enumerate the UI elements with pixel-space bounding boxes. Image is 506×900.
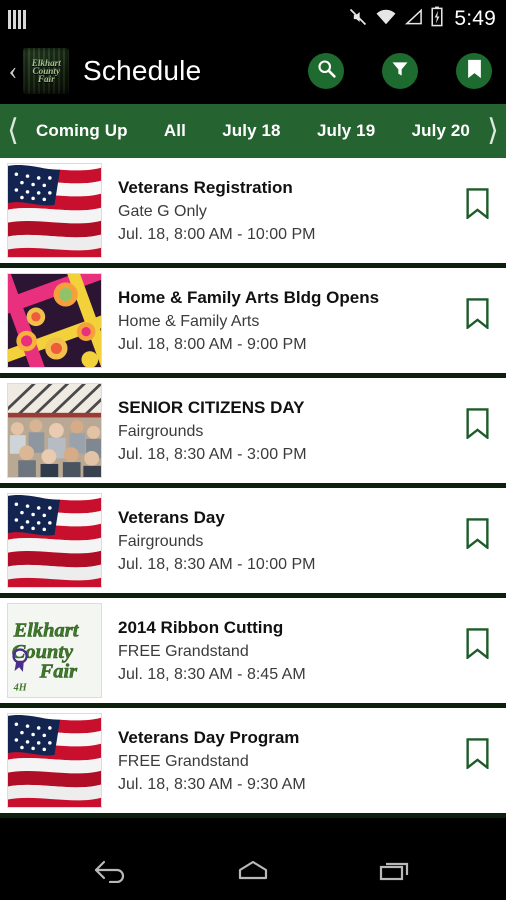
signal-icon [404, 8, 423, 31]
svg-text:Elkhart: Elkhart [13, 620, 80, 642]
event-details: SENIOR CITIZENS DAY Fairgrounds Jul. 18,… [118, 397, 448, 465]
bookmark-outline-icon [464, 188, 491, 224]
bookmark-outline-icon [464, 518, 491, 554]
tab-july-19[interactable]: July 19 [311, 121, 381, 141]
home-icon [233, 857, 273, 888]
event-bookmark-button[interactable] [448, 610, 506, 664]
event-location: FREE Grandstand [118, 642, 249, 660]
event-list[interactable]: Veterans Registration Gate G Only Jul. 1… [0, 158, 506, 818]
event-bookmark-button[interactable] [448, 720, 506, 774]
back-arrow-icon [91, 857, 131, 888]
event-title: Home & Family Arts Bldg Opens [118, 287, 380, 307]
event-title: Veterans Day [118, 507, 225, 527]
app-logo-line3: Fair [37, 74, 55, 85]
android-back-button[interactable] [83, 852, 139, 892]
event-title: 2014 Ribbon Cutting [118, 617, 284, 637]
event-details: Veterans Day Fairgrounds Jul. 18, 8:30 A… [118, 507, 448, 575]
event-details: 2014 Ribbon Cutting FREE Grandstand Jul.… [118, 617, 448, 685]
status-bar-clock: 5:49 [454, 7, 496, 30]
event-thumbnail [7, 493, 102, 588]
svg-text:Fair: Fair [39, 660, 79, 682]
event-thumbnail [7, 383, 102, 478]
notification-bars-icon [8, 9, 26, 29]
event-title: SENIOR CITIZENS DAY [118, 397, 305, 417]
event-details: Home & Family Arts Bldg Opens Home & Fam… [118, 287, 448, 355]
svg-text:4H: 4H [13, 682, 28, 693]
event-bookmark-button[interactable] [448, 170, 506, 224]
bookmark-outline-icon [464, 738, 491, 774]
filter-button[interactable] [382, 53, 418, 89]
tab-scroll-right-icon[interactable]: ⟩ [480, 116, 506, 146]
status-bar: 5:49 [0, 0, 506, 38]
tab-strip: ⟨ Coming Up All July 18 July 19 July 20 … [0, 104, 506, 158]
bookmark-outline-icon [464, 628, 491, 664]
battery-charging-icon [430, 6, 444, 32]
event-bookmark-button[interactable] [448, 280, 506, 334]
event-details: Veterans Registration Gate G Only Jul. 1… [118, 177, 448, 245]
event-time: Jul. 18, 8:00 AM - 10:00 PM [118, 225, 316, 243]
event-row[interactable]: Elkhart County Fair 4H 2014 Ribbon Cutti… [0, 598, 506, 708]
wifi-icon [375, 8, 397, 31]
back-navigation-button[interactable]: ‹ [4, 58, 22, 84]
app-logo[interactable]: Elkhart County Fair [23, 48, 69, 94]
search-icon [316, 58, 337, 84]
tab-scroll-left-icon[interactable]: ⟨ [0, 116, 26, 146]
page-title: Schedule [83, 55, 202, 86]
event-bookmark-button[interactable] [448, 390, 506, 444]
event-row[interactable]: SENIOR CITIZENS DAY Fairgrounds Jul. 18,… [0, 378, 506, 488]
event-row[interactable]: Home & Family Arts Bldg Opens Home & Fam… [0, 268, 506, 378]
event-time: Jul. 18, 8:30 AM - 10:00 PM [118, 555, 316, 573]
mute-icon [348, 7, 368, 32]
event-row[interactable]: Veterans Registration Gate G Only Jul. 1… [0, 158, 506, 268]
event-location: Fairgrounds [118, 532, 204, 550]
android-home-button[interactable] [225, 852, 281, 892]
event-time: Jul. 18, 8:30 AM - 3:00 PM [118, 445, 307, 463]
event-time: Jul. 18, 8:00 AM - 9:00 PM [118, 335, 307, 353]
event-location: Home & Family Arts [118, 312, 260, 330]
event-thumbnail [7, 713, 102, 808]
app-bar-actions [308, 53, 492, 89]
status-bar-left [8, 9, 26, 29]
event-time: Jul. 18, 8:30 AM - 8:45 AM [118, 665, 306, 683]
event-bookmark-button[interactable] [448, 500, 506, 554]
funnel-icon [390, 59, 410, 84]
event-row[interactable]: Veterans Day Fairgrounds Jul. 18, 8:30 A… [0, 488, 506, 598]
app-screen: 5:49 ‹ Elkhart County Fair Schedule ⟨ Co… [0, 0, 506, 900]
event-location: FREE Grandstand [118, 752, 249, 770]
status-bar-right: 5:49 [348, 6, 496, 32]
recents-icon [375, 857, 415, 888]
event-row[interactable]: Veterans Day Program FREE Grandstand Jul… [0, 708, 506, 818]
tab-july-20[interactable]: July 20 [406, 121, 476, 141]
android-nav-bar [0, 844, 506, 900]
tab-july-18[interactable]: July 18 [216, 121, 286, 141]
android-recents-button[interactable] [367, 852, 423, 892]
event-title: Veterans Registration [118, 177, 293, 197]
tab-all[interactable]: All [158, 121, 192, 141]
event-location: Fairgrounds [118, 422, 204, 440]
event-thumbnail [7, 273, 102, 368]
search-button[interactable] [308, 53, 344, 89]
bookmarks-button[interactable] [456, 53, 492, 89]
event-time: Jul. 18, 8:30 AM - 9:30 AM [118, 775, 306, 793]
bookmark-outline-icon [464, 408, 491, 444]
bookmark-icon [466, 59, 483, 84]
event-location: Gate G Only [118, 202, 207, 220]
bookmark-outline-icon [464, 298, 491, 334]
event-title: Veterans Day Program [118, 727, 300, 747]
event-thumbnail [7, 163, 102, 258]
event-details: Veterans Day Program FREE Grandstand Jul… [118, 727, 448, 795]
app-bar: ‹ Elkhart County Fair Schedule [0, 38, 506, 104]
tab-coming-up[interactable]: Coming Up [30, 121, 134, 141]
tab-list: Coming Up All July 18 July 19 July 20 [26, 121, 480, 141]
event-thumbnail: Elkhart County Fair 4H [7, 603, 102, 698]
